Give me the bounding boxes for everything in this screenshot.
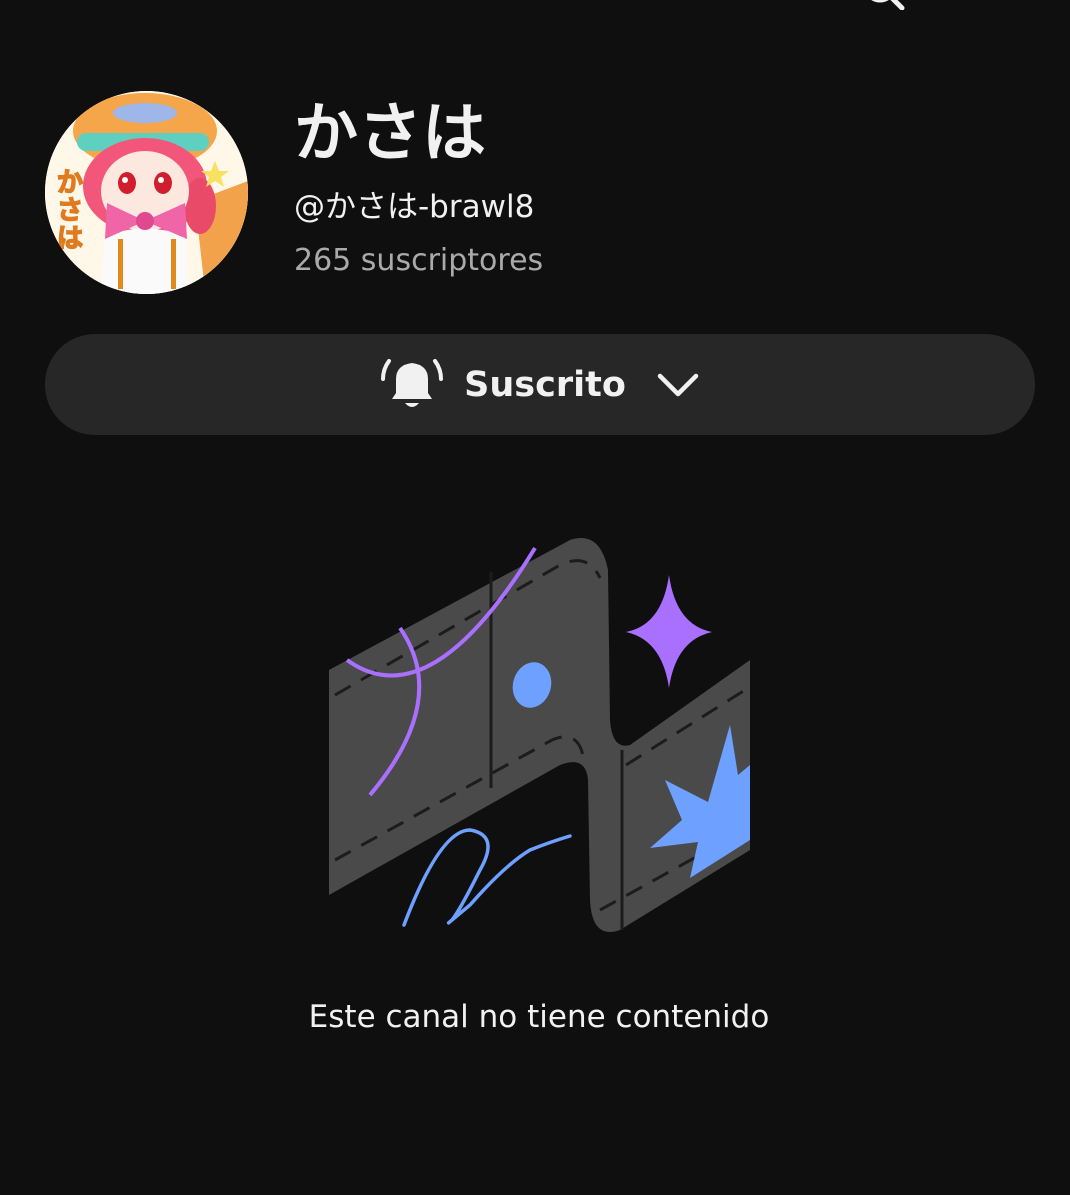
chevron-down-icon: [657, 373, 699, 396]
avatar-text-2: さ: [57, 196, 83, 226]
subscriber-count: 265 suscriptores: [294, 243, 544, 278]
channel-page: か さ は かさは @かさは-brawl8 265 suscriptores S…: [0, 0, 1070, 1195]
app-bar: [0, 0, 1070, 20]
bell-icon: [381, 358, 444, 407]
avatar-text-1: か: [57, 168, 83, 198]
avatar-text-3: は: [57, 224, 83, 254]
empty-channel-illustration: [329, 538, 750, 932]
search-icon[interactable]: [858, 0, 908, 10]
subscribed-button[interactable]: Suscrito: [45, 334, 1035, 435]
arrow-back-icon[interactable]: [60, 0, 90, 8]
subscribed-label: Suscrito: [464, 364, 626, 405]
channel-handle: @かさは-brawl8: [294, 189, 535, 225]
empty-state-message: Este canal no tiene contenido: [308, 999, 770, 1035]
channel-name: かさは: [294, 97, 486, 171]
channel-avatar[interactable]: か さ は: [45, 91, 248, 294]
more-vert-icon[interactable]: [1002, 0, 1022, 6]
